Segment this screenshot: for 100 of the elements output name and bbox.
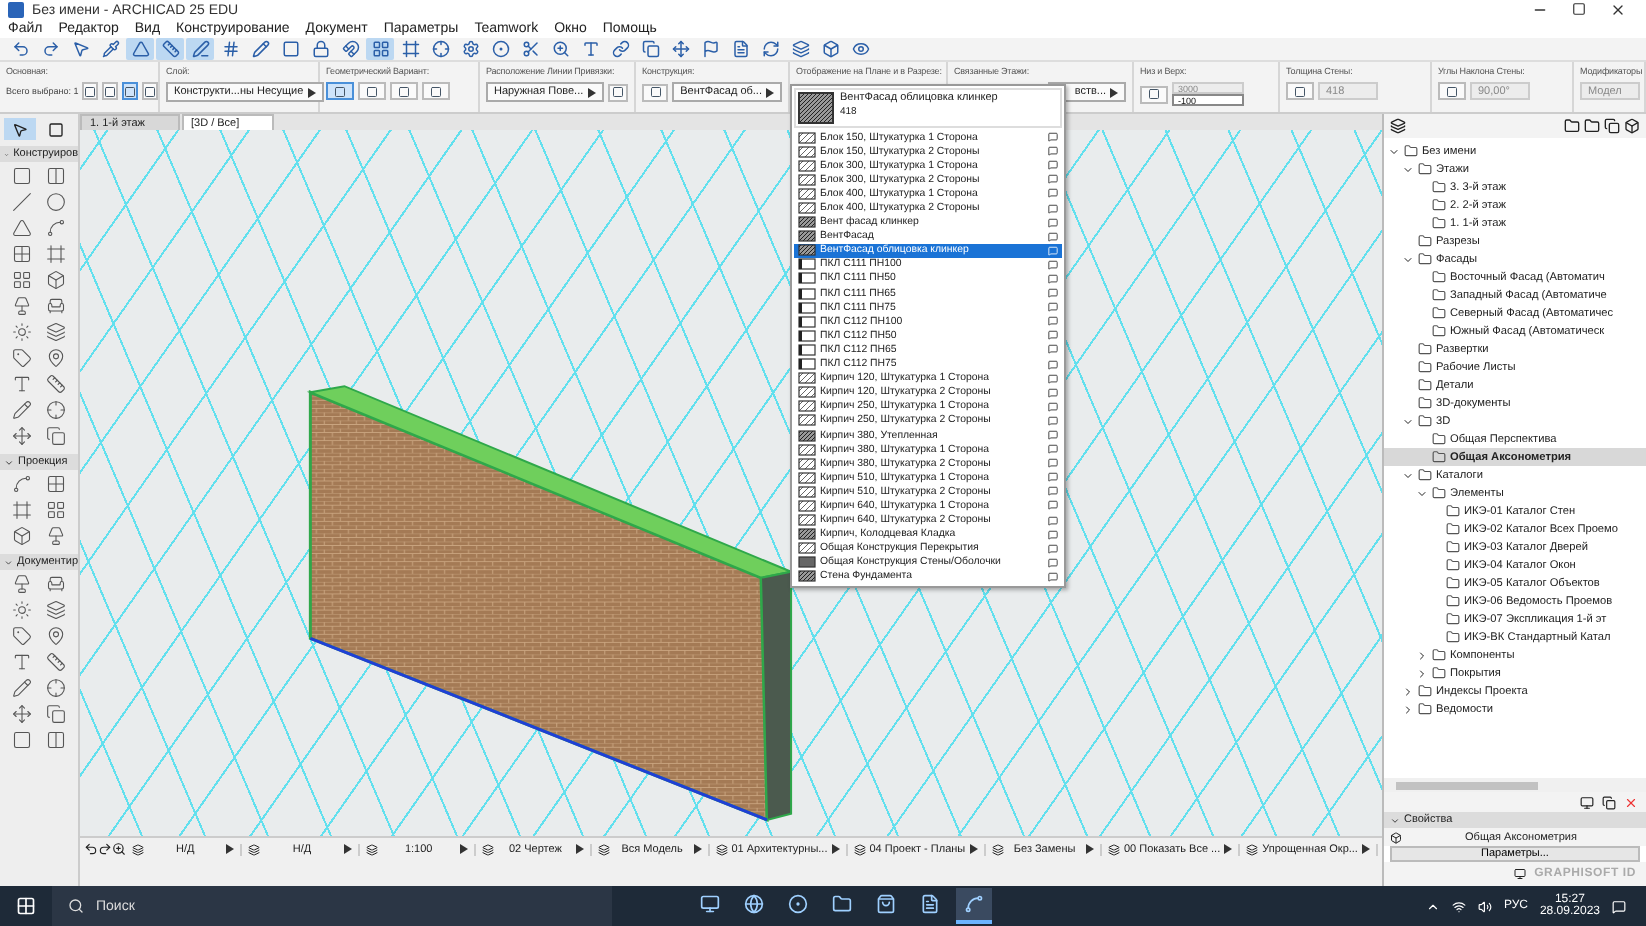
tool-button[interactable] — [358, 82, 386, 100]
tool-icon[interactable] — [45, 426, 66, 446]
tool-button[interactable] — [1438, 82, 1466, 100]
tool-button[interactable] — [1286, 82, 1314, 100]
tool-icon[interactable] — [12, 218, 33, 238]
tool-icon[interactable] — [12, 474, 33, 494]
comment-icon — [1048, 203, 1058, 214]
tool-icon[interactable] — [12, 244, 33, 264]
tool-button[interactable] — [82, 82, 99, 100]
copy-icon[interactable] — [1604, 118, 1620, 134]
tool-icon[interactable] — [12, 704, 33, 724]
tool-icon[interactable] — [12, 526, 33, 546]
tool-button[interactable] — [642, 83, 669, 101]
folder-icon — [1432, 288, 1446, 302]
tool-icon[interactable] — [12, 574, 33, 594]
tool-icon[interactable] — [12, 426, 33, 446]
tool-icon[interactable] — [45, 474, 66, 494]
tool-icon[interactable] — [45, 270, 66, 290]
tool-icon[interactable] — [45, 400, 66, 420]
square-icon — [649, 86, 662, 98]
globe-icon — [744, 894, 764, 914]
tool-icon[interactable] — [45, 600, 66, 620]
folder-icon — [1446, 612, 1460, 626]
tool-icon[interactable] — [45, 626, 66, 646]
chevron-down-icon — [4, 457, 14, 467]
tool-icon[interactable] — [45, 678, 66, 698]
comment-icon — [1048, 430, 1058, 441]
arrow-tool[interactable] — [4, 118, 36, 140]
folder-icon[interactable] — [1584, 118, 1600, 134]
tool-icon[interactable] — [45, 244, 66, 264]
folder-icon — [1418, 468, 1432, 482]
comment-icon — [1048, 529, 1058, 540]
redo-icon[interactable] — [98, 842, 112, 856]
comment-icon — [1048, 500, 1058, 511]
toolbar-button[interactable] — [126, 38, 154, 60]
maximize-icon[interactable] — [1572, 2, 1586, 16]
tool-icon[interactable] — [12, 730, 33, 750]
tool-icon[interactable] — [45, 348, 66, 368]
tool-icon[interactable] — [45, 374, 66, 394]
start-icon[interactable] — [16, 896, 36, 916]
copy-icon[interactable] — [1602, 795, 1616, 809]
chevron-down-icon[interactable] — [1402, 253, 1414, 265]
tool-icon[interactable] — [12, 500, 33, 520]
tool-button[interactable] — [326, 82, 354, 100]
square-icon — [84, 85, 97, 97]
tool-icon[interactable] — [45, 730, 66, 750]
toolbar-button[interactable] — [366, 38, 394, 60]
speaker-icon[interactable] — [1477, 899, 1492, 913]
tool-icon[interactable] — [12, 374, 33, 394]
tool-button[interactable] — [422, 82, 450, 100]
tool-icon[interactable] — [45, 652, 66, 672]
comment-icon — [1048, 146, 1058, 157]
tool-icon[interactable] — [45, 322, 66, 342]
tool-icon[interactable] — [12, 348, 33, 368]
folder-icon — [1432, 450, 1446, 464]
tool-icon[interactable] — [45, 704, 66, 724]
tool-icon[interactable] — [45, 218, 66, 238]
monitor-icon[interactable] — [1580, 795, 1594, 809]
chevron-down-icon — [4, 557, 13, 567]
search-icon — [68, 898, 84, 914]
toolbar-button[interactable] — [186, 38, 214, 60]
tool-icon[interactable] — [45, 526, 66, 546]
folder-icon[interactable] — [1564, 118, 1580, 134]
undo-icon[interactable] — [84, 842, 98, 856]
layers-icon — [132, 843, 144, 855]
tool-icon[interactable] — [45, 500, 66, 520]
tool-icon[interactable] — [12, 652, 33, 672]
tool-icon[interactable] — [12, 270, 33, 290]
tool-button[interactable] — [607, 83, 628, 101]
comment-icon — [1048, 515, 1058, 526]
tool-button[interactable] — [1140, 85, 1168, 103]
horizontal-scrollbar[interactable] — [1384, 778, 1646, 792]
tool-icon[interactable] — [12, 678, 33, 698]
layers-icon[interactable] — [1390, 118, 1406, 134]
tool-icon[interactable] — [12, 626, 33, 646]
taskbar-app[interactable] — [956, 888, 992, 924]
tool-icon[interactable] — [45, 192, 66, 212]
tool-icon[interactable] — [12, 400, 33, 420]
tool-button[interactable] — [102, 82, 119, 100]
zoom-icon[interactable] — [112, 842, 126, 856]
folder-icon — [1418, 684, 1432, 698]
tool-button[interactable] — [390, 82, 418, 100]
network-icon[interactable] — [1451, 899, 1466, 913]
notification-icon[interactable] — [1612, 899, 1626, 913]
marquee-icon — [48, 121, 64, 137]
chevron-up-icon[interactable] — [1425, 899, 1440, 913]
tool-button[interactable] — [122, 82, 139, 100]
close-icon[interactable] — [1610, 2, 1626, 18]
folder-icon — [1418, 252, 1432, 266]
tool-icon[interactable] — [12, 166, 33, 186]
tool-icon[interactable] — [45, 574, 66, 594]
tool-icon[interactable] — [12, 192, 33, 212]
cube-icon[interactable] — [1624, 118, 1640, 134]
comment-icon — [1048, 316, 1058, 327]
toolbar-button[interactable] — [156, 38, 184, 60]
tool-icon[interactable] — [12, 296, 33, 316]
chevron-down-icon[interactable] — [1402, 415, 1414, 427]
tool-icon[interactable] — [45, 296, 66, 316]
tool-button[interactable] — [142, 82, 159, 100]
tool-icon[interactable] — [45, 166, 66, 186]
